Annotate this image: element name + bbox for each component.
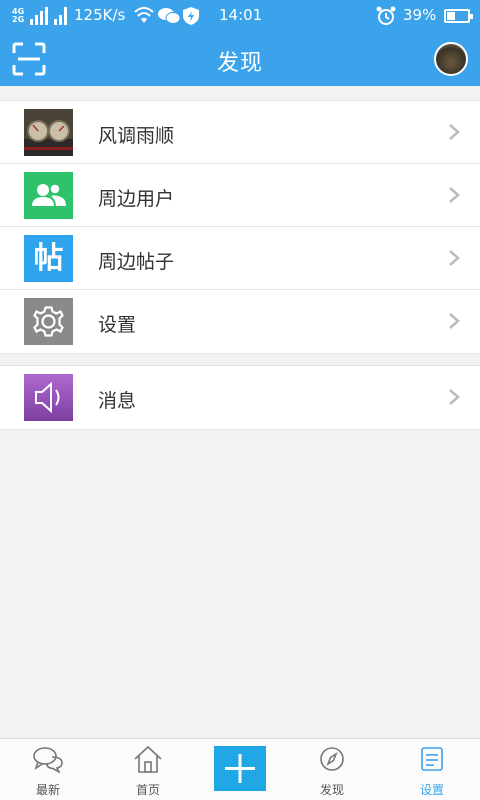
home-icon [134,745,162,773]
nearby-users-icon [24,172,73,219]
dashboard-photo-icon [24,109,73,156]
avatar[interactable] [434,42,468,76]
menu-item-label: 周边用户 [98,188,175,210]
tab-label: 最新 [35,783,60,797]
battery-icon [444,9,473,23]
clock: 14:01 [219,6,263,24]
nearby-posts-icon: 帖 [24,235,73,282]
menu-item-settings[interactable]: 设置 [0,290,480,353]
menu-item-nearby-users[interactable]: 周边用户 [0,164,480,227]
network-bottom: 2G [12,15,25,24]
alarm-icon [376,6,396,25]
menu-item-label: 周边帖子 [98,251,175,273]
menu-item-messages[interactable]: 消息 [0,366,480,429]
battery-percent: 39% [403,6,437,24]
menu-item-label: 风调雨顺 [98,125,175,147]
menu-group-messages: 消息 [0,365,480,430]
tab-settings[interactable]: 设置 [384,739,480,800]
shield-icon [183,7,199,25]
tab-label: 发现 [319,783,344,797]
signal-icon [30,7,48,25]
chevron-right-icon [449,124,460,140]
signal-icon-2 [54,7,67,25]
chevron-right-icon [449,187,460,203]
tab-latest[interactable]: 最新 [0,739,96,800]
chevron-right-icon [449,313,460,329]
wechat-icon [158,8,180,24]
network-speed: 125K/s [74,6,126,24]
menu-group-main: 风调雨顺 周边用户 帖 周边帖子 设置 [0,100,480,354]
network-type: 4G 2G [12,8,24,24]
page-title: 发现 [216,51,263,76]
speaker-icon [24,374,73,421]
menu-item-label: 设置 [98,314,137,336]
chat-bubbles-icon [33,747,63,773]
wifi-icon [134,7,154,23]
add-button[interactable] [214,746,266,791]
chevron-right-icon [449,250,460,266]
gear-icon [24,298,73,345]
status-bar: 4G 2G 125K/s 14:01 39% [0,0,480,33]
settings-icon [421,747,443,771]
discover-icon [320,747,344,771]
menu-item-weather[interactable]: 风调雨顺 [0,101,480,164]
tab-home[interactable]: 首页 [100,739,196,800]
tab-label: 设置 [419,783,444,797]
tab-bar: 最新 首页 发现 设置 [0,738,480,800]
tab-discover[interactable]: 发现 [284,739,380,800]
title-bar: 发现 [0,33,480,86]
chevron-right-icon [449,389,460,405]
menu-item-nearby-posts[interactable]: 帖 周边帖子 [0,227,480,290]
menu-item-label: 消息 [98,390,137,412]
add-icon [225,754,255,783]
tab-label: 首页 [135,783,160,797]
